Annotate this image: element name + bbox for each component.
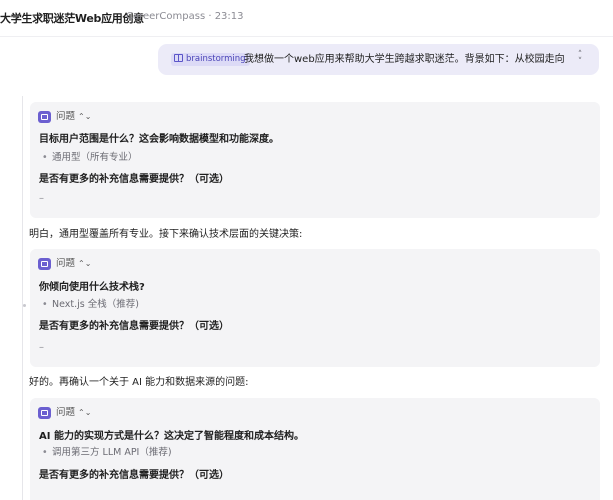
question-icon [38,407,51,419]
selected-answer: 通用型（所有专业） [42,151,138,165]
question-card-label: 问题 [56,407,76,418]
rail-dot [23,304,26,307]
followup-answer: – [39,342,44,353]
expand-chevron-icon[interactable]: ˄ ˅ [573,51,587,67]
assistant-message: 明白，通用型覆盖所有专业。接下来确认技术层面的关键决策: [29,229,303,240]
question-text: 目标用户范围是什么？这会影响数据模型和功能深度。 [39,134,279,145]
question-icon [38,258,51,270]
conversation-header: 大学生求职迷茫Web应用创意 CareerCompass · 23:13 [0,0,613,37]
followup-question: 是否有更多的补充信息需要提供？（可选） [39,174,229,185]
thread-rail [22,96,26,500]
user-message-text: 我想做一个web应用来帮助大学生跨越求职迷茫。背景如下：从校园走向职场， [244,54,564,65]
followup-answer: – [39,193,44,204]
collapse-toggle-icon[interactable]: ⌃⌄ [78,406,91,420]
document-icon [174,54,183,62]
assistant-message: 好的。再确认一个关于 AI 能力和数据来源的问题: [29,377,249,388]
collapse-toggle-icon[interactable]: ⌃⌄ [78,257,91,271]
question-card: 问题 ⌃⌄ 目标用户范围是什么？这会影响数据模型和功能深度。 通用型（所有专业）… [30,102,600,218]
question-card: 问题 ⌃⌄ 你倾向使用什么技术栈? Next.js 全栈（推荐) 是否有更多的补… [30,249,600,367]
question-card-label: 问题 [56,258,76,269]
selected-answer: 调用第三方 LLM API（推荐) [42,446,172,460]
conversation-title: 大学生求职迷茫Web应用创意 [0,12,144,25]
user-message-bubble: brainstorming 我想做一个web应用来帮助大学生跨越求职迷茫。背景如… [158,44,599,75]
followup-question: 是否有更多的补充信息需要提供？（可选） [39,470,229,481]
skill-tag-label: brainstorming [186,54,246,64]
conversation-meta: CareerCompass · 23:13 [126,11,244,22]
selected-answer: Next.js 全栈（推荐) [42,298,139,312]
question-text: AI 能力的实现方式是什么？这决定了智能程度和成本结构。 [39,431,304,442]
question-card-label: 问题 [56,111,76,122]
question-text: 你倾向使用什么技术栈? [39,282,145,293]
skill-tag[interactable]: brainstorming [171,53,250,66]
collapse-toggle-icon[interactable]: ⌃⌄ [78,110,91,124]
question-card: 问题 ⌃⌄ AI 能力的实现方式是什么？这决定了智能程度和成本结构。 调用第三方… [30,398,600,500]
question-icon [38,111,51,123]
followup-question: 是否有更多的补充信息需要提供？（可选） [39,321,229,332]
